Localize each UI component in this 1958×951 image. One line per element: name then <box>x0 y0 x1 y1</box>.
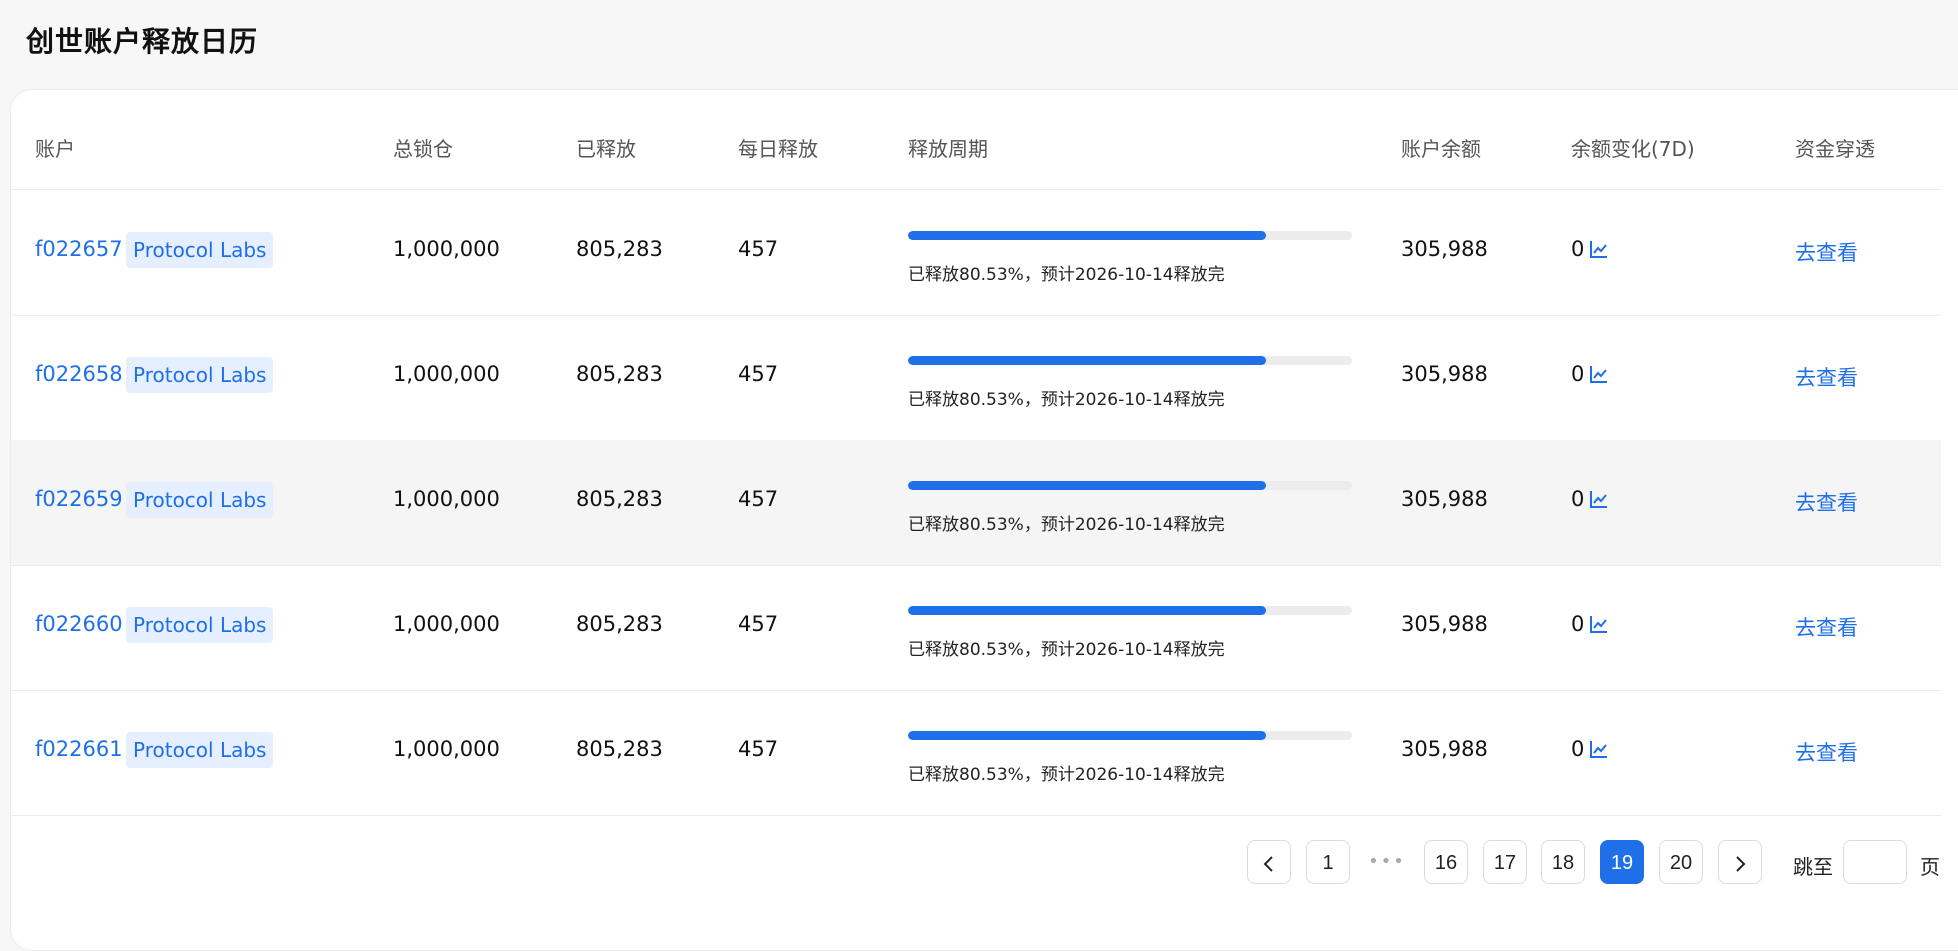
release-progress-text: 已释放80.53%，预计2026-10-14释放完 <box>908 390 1225 410</box>
released-value: 805,283 <box>576 362 663 386</box>
table-row: f022657 Protocol Labs 1,000,000 805,283 457 已… <box>11 190 1941 316</box>
column-header-account: 账户 <box>35 137 75 161</box>
column-header-fund-trace: 资金穿透 <box>1795 137 1875 161</box>
release-progress-bar <box>908 231 1352 240</box>
release-progress-bar <box>908 356 1352 365</box>
column-header-released: 已释放 <box>576 137 636 161</box>
column-header-release-period: 释放周期 <box>908 137 988 161</box>
jump-to-page-input[interactable] <box>1843 840 1907 884</box>
table-row: f022659 Protocol Labs 1,000,000 805,283 457 已… <box>11 440 1941 566</box>
next-page-button[interactable] <box>1718 840 1762 884</box>
prev-page-button[interactable] <box>1247 840 1291 884</box>
account-tag: Protocol Labs <box>126 357 274 393</box>
page-button-17[interactable]: 17 <box>1483 840 1527 884</box>
change-7d-value: 0 <box>1571 487 1585 511</box>
account-tag: Protocol Labs <box>126 607 274 643</box>
table-header: 账户 总锁仓 已释放 每日释放 释放周期 账户余额 余额变化(7D) 资金穿透 <box>11 90 1941 190</box>
page-title: 创世账户释放日历 <box>26 25 259 58</box>
table-row: f022661 Protocol Labs 1,000,000 805,283 457 已… <box>11 690 1941 816</box>
release-progress-text: 已释放80.53%，预计2026-10-14释放完 <box>908 515 1225 535</box>
change-7d-value: 0 <box>1571 237 1585 261</box>
released-value: 805,283 <box>576 612 663 636</box>
release-progress-fill <box>908 481 1266 490</box>
change-7d-value: 0 <box>1571 362 1585 386</box>
balance-value: 305,988 <box>1401 612 1488 636</box>
jump-to-label: 跳至 <box>1793 855 1833 879</box>
column-header-total-locked: 总锁仓 <box>393 137 453 161</box>
release-progress-fill <box>908 731 1266 740</box>
account-link[interactable]: f022661 <box>35 737 123 761</box>
account-link[interactable]: f022660 <box>35 612 123 636</box>
account-tag: Protocol Labs <box>126 482 274 518</box>
chevron-left-icon <box>1263 856 1273 872</box>
release-progress-text: 已释放80.53%，预计2026-10-14释放完 <box>908 640 1225 660</box>
release-progress-text: 已释放80.53%，预计2026-10-14释放完 <box>908 265 1225 285</box>
release-progress-bar <box>908 731 1352 740</box>
column-header-balance: 账户余额 <box>1401 137 1481 161</box>
account-tag: Protocol Labs <box>126 732 274 768</box>
page-button-19-current[interactable]: 19 <box>1600 840 1644 884</box>
table-row: f022658 Protocol Labs 1,000,000 805,283 457 已… <box>11 315 1941 441</box>
total-locked-value: 1,000,000 <box>393 612 500 636</box>
chevron-right-icon <box>1736 856 1746 872</box>
page-button-18[interactable]: 18 <box>1541 840 1585 884</box>
view-details-link[interactable]: 去查看 <box>1795 362 1858 392</box>
release-progress-fill <box>908 356 1266 365</box>
page-button-20[interactable]: 20 <box>1659 840 1703 884</box>
trend-chart-icon[interactable] <box>1589 364 1609 384</box>
change-7d-value: 0 <box>1571 612 1585 636</box>
release-progress-bar <box>908 481 1352 490</box>
trend-chart-icon[interactable] <box>1589 489 1609 509</box>
view-details-link[interactable]: 去查看 <box>1795 612 1858 642</box>
release-progress-fill <box>908 231 1266 240</box>
total-locked-value: 1,000,000 <box>393 237 500 261</box>
account-link[interactable]: f022659 <box>35 487 123 511</box>
released-value: 805,283 <box>576 487 663 511</box>
balance-value: 305,988 <box>1401 362 1488 386</box>
total-locked-value: 1,000,000 <box>393 362 500 386</box>
release-calendar-table: 账户 总锁仓 已释放 每日释放 释放周期 账户余额 余额变化(7D) 资金穿透 … <box>10 89 1958 951</box>
trend-chart-icon[interactable] <box>1589 739 1609 759</box>
released-value: 805,283 <box>576 737 663 761</box>
balance-value: 305,988 <box>1401 737 1488 761</box>
trend-chart-icon[interactable] <box>1589 239 1609 259</box>
daily-release-value: 457 <box>738 237 779 261</box>
release-progress-bar <box>908 606 1352 615</box>
daily-release-value: 457 <box>738 612 779 636</box>
daily-release-value: 457 <box>738 362 779 386</box>
balance-value: 305,988 <box>1401 487 1488 511</box>
pagination-ellipsis[interactable]: ••• <box>1365 840 1409 884</box>
total-locked-value: 1,000,000 <box>393 737 500 761</box>
account-link[interactable]: f022657 <box>35 237 123 261</box>
view-details-link[interactable]: 去查看 <box>1795 237 1858 267</box>
column-header-change-7d: 余额变化(7D) <box>1571 137 1695 161</box>
account-link[interactable]: f022658 <box>35 362 123 386</box>
page-button-16[interactable]: 16 <box>1424 840 1468 884</box>
view-details-link[interactable]: 去查看 <box>1795 737 1858 767</box>
daily-release-value: 457 <box>738 737 779 761</box>
view-details-link[interactable]: 去查看 <box>1795 487 1858 517</box>
release-progress-text: 已释放80.53%，预计2026-10-14释放完 <box>908 765 1225 785</box>
table-row: f022660 Protocol Labs 1,000,000 805,283 457 已… <box>11 565 1941 691</box>
balance-value: 305,988 <box>1401 237 1488 261</box>
daily-release-value: 457 <box>738 487 779 511</box>
release-progress-fill <box>908 606 1266 615</box>
trend-chart-icon[interactable] <box>1589 614 1609 634</box>
column-header-daily-release: 每日释放 <box>738 137 818 161</box>
released-value: 805,283 <box>576 237 663 261</box>
page-button-1[interactable]: 1 <box>1306 840 1350 884</box>
change-7d-value: 0 <box>1571 737 1585 761</box>
account-tag: Protocol Labs <box>126 232 274 268</box>
jump-page-suffix: 页 <box>1920 855 1940 879</box>
total-locked-value: 1,000,000 <box>393 487 500 511</box>
